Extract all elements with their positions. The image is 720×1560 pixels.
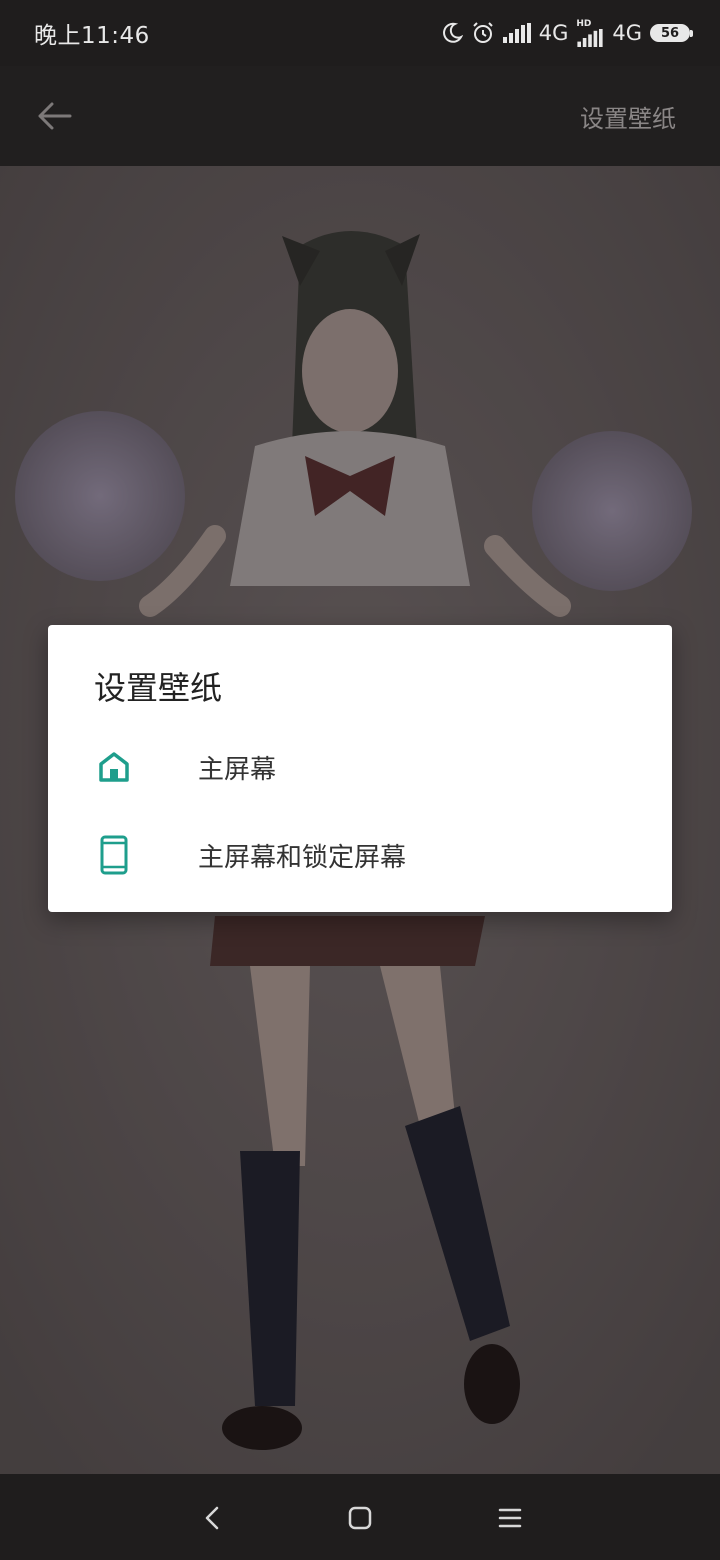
- home-square-icon: [348, 1506, 372, 1530]
- signal-icon: [502, 23, 531, 43]
- status-icons: 4G HD 4G 56: [441, 18, 693, 47]
- set-wallpaper-dialog: 设置壁纸 主屏幕 主屏幕和锁定屏幕: [48, 625, 672, 912]
- screen: 晚上11:46 4G HD 4G 56 设置壁纸 设置壁纸 主屏幕 主屏幕和锁定…: [0, 0, 720, 1560]
- option-home-and-lock-screen[interactable]: 主屏幕和锁定屏幕: [48, 813, 672, 897]
- moon-icon: [441, 22, 463, 44]
- arrow-left-icon: [38, 102, 72, 130]
- menu-icon: [498, 1508, 522, 1528]
- option-label: 主屏幕和锁定屏幕: [198, 842, 407, 873]
- back-triangle-icon: [205, 1506, 219, 1530]
- dialog-title: 设置壁纸: [94, 669, 223, 707]
- battery-indicator: 56: [650, 24, 693, 42]
- app-bar: 设置壁纸: [0, 66, 720, 166]
- hd-label: HD: [576, 18, 592, 29]
- nav-back-button[interactable]: [190, 1496, 234, 1540]
- alarm-icon: [471, 21, 495, 45]
- home-icon: [96, 747, 132, 787]
- status-bar: 晚上11:46 4G HD 4G 56: [0, 0, 720, 66]
- set-wallpaper-action[interactable]: 设置壁纸: [580, 99, 676, 134]
- navigation-bar: [0, 1474, 720, 1560]
- network-label-1: 4G: [538, 21, 569, 45]
- signal-icon: HD: [576, 18, 604, 47]
- nav-menu-button[interactable]: [488, 1496, 532, 1540]
- option-label: 主屏幕: [198, 754, 277, 785]
- back-button[interactable]: [34, 96, 74, 136]
- nav-home-button[interactable]: [338, 1496, 382, 1540]
- phone-icon: [96, 835, 132, 875]
- network-label-2: 4G: [612, 21, 642, 45]
- status-time: 晚上11:46: [34, 23, 150, 49]
- option-home-screen[interactable]: 主屏幕: [48, 725, 672, 809]
